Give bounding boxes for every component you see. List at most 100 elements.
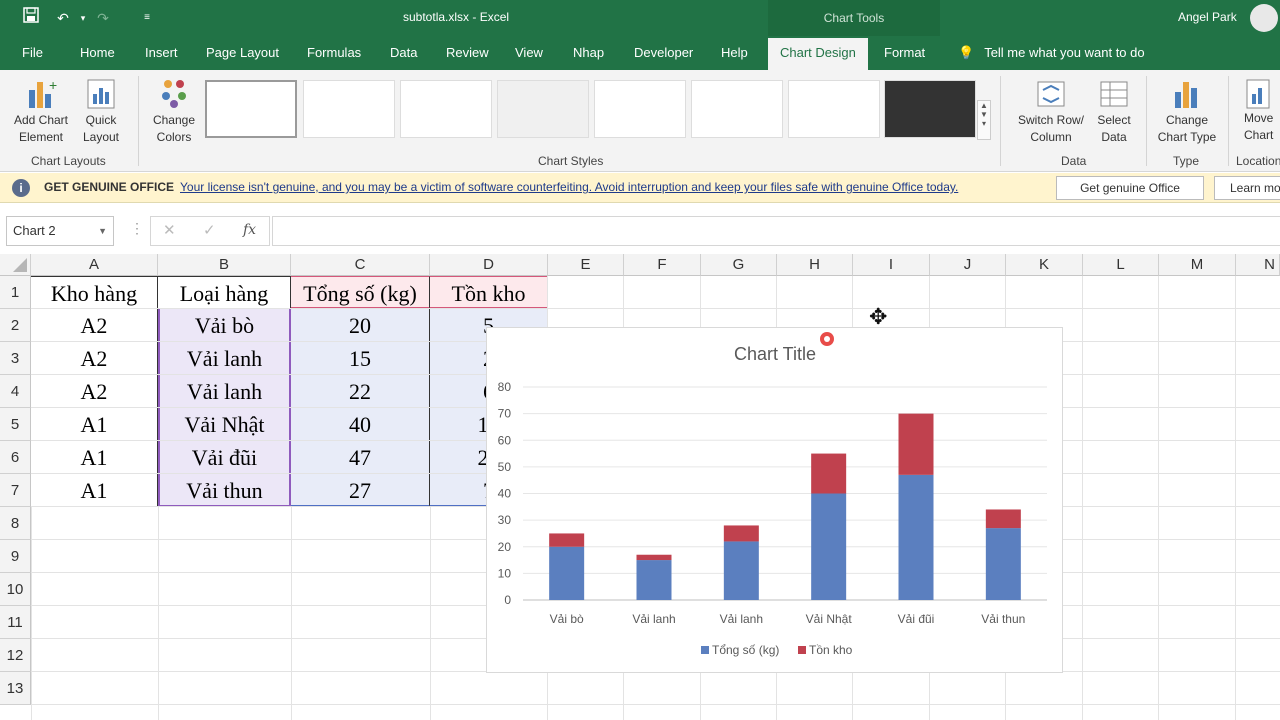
scroll-down-icon[interactable]: ▼ (978, 110, 990, 119)
column-header-n[interactable]: N (1236, 254, 1280, 276)
tab-chart-design[interactable]: Chart Design (768, 38, 868, 70)
chart-style-8[interactable] (884, 80, 976, 138)
cell[interactable]: 15 (291, 342, 430, 375)
tell-me-search[interactable]: 💡 Tell me what you want to do (958, 36, 1145, 70)
bar-tong-so[interactable] (811, 493, 847, 601)
name-box[interactable]: Chart 2 ▼ (6, 216, 114, 246)
tab-review[interactable]: Review (446, 36, 489, 70)
cell[interactable]: Kho hàng (31, 276, 158, 309)
cell[interactable]: 27 (291, 474, 430, 507)
cell[interactable]: A2 (31, 309, 158, 342)
chart-style-2[interactable] (303, 80, 395, 138)
bar-ton-kho[interactable] (898, 413, 934, 475)
chart-style-3[interactable] (400, 80, 492, 138)
avatar[interactable] (1250, 4, 1278, 32)
cell[interactable]: 20 (291, 309, 430, 342)
bar-ton-kho[interactable] (723, 525, 759, 542)
row-header-6[interactable]: 6 (0, 441, 31, 474)
column-header-b[interactable]: B (158, 254, 291, 276)
tab-page-layout[interactable]: Page Layout (206, 36, 279, 70)
column-header-c[interactable]: C (291, 254, 430, 276)
bar-ton-kho[interactable] (985, 509, 1021, 529)
infobar-message-link[interactable]: Your license isn't genuine, and you may … (180, 180, 958, 194)
row-header-10[interactable]: 10 (0, 573, 31, 606)
row-header-1[interactable]: 1 (0, 276, 31, 309)
column-header-k[interactable]: K (1006, 254, 1083, 276)
column-header-m[interactable]: M (1159, 254, 1236, 276)
chart-title[interactable]: Chart Title (734, 344, 816, 364)
row-header-12[interactable]: 12 (0, 639, 31, 672)
column-header-g[interactable]: G (701, 254, 777, 276)
cell[interactable]: 22 (291, 375, 430, 408)
cancel-icon[interactable]: ✕ (163, 221, 176, 239)
legend-label[interactable]: Tồn kho (809, 643, 853, 657)
undo-dropdown-icon[interactable]: ▾ (72, 7, 94, 29)
legend-label[interactable]: Tổng số (kg) (712, 643, 779, 657)
cell[interactable]: A1 (31, 441, 158, 474)
row-header-11[interactable]: 11 (0, 606, 31, 639)
select-data-button[interactable]: Select Data (1092, 76, 1136, 146)
save-icon[interactable] (20, 7, 42, 29)
column-header-f[interactable]: F (624, 254, 701, 276)
column-header-l[interactable]: L (1083, 254, 1159, 276)
chart-style-1[interactable] (205, 80, 297, 138)
bar-tong-so[interactable] (549, 546, 585, 600)
chart-object[interactable]: 0 10 20 30 40 50 60 70 80 Vải bò Vải lanh Vải lanh… (486, 327, 1063, 673)
column-header-j[interactable]: J (930, 254, 1006, 276)
insert-function-icon[interactable]: fx (243, 222, 256, 238)
cell[interactable]: Loại hàng (158, 276, 291, 309)
tab-developer[interactable]: Developer (634, 36, 693, 70)
column-header-d[interactable]: D (430, 254, 548, 276)
row-header-8[interactable]: 8 (0, 507, 31, 540)
cell[interactable]: A2 (31, 375, 158, 408)
bar-tong-so[interactable] (985, 528, 1021, 600)
formula-input[interactable] (272, 216, 1280, 246)
cell[interactable]: Tổng số (kg) (291, 276, 430, 309)
name-box-dropdown-icon[interactable]: ▼ (98, 217, 107, 245)
cell[interactable]: Vải đũi (158, 441, 291, 474)
cell[interactable]: Vải thun (158, 474, 291, 507)
bar-ton-kho[interactable] (549, 533, 585, 547)
tab-insert[interactable]: Insert (145, 36, 178, 70)
tab-format[interactable]: Format (884, 36, 925, 70)
tab-file[interactable]: File (22, 36, 43, 70)
cell[interactable]: Vải lanh (158, 342, 291, 375)
cell[interactable]: Vải bò (158, 309, 291, 342)
styles-scroll[interactable]: ▲ ▼ ▾ (977, 100, 991, 140)
add-chart-element-button[interactable]: + Add Chart Element (8, 76, 74, 146)
row-header-5[interactable]: 5 (0, 408, 31, 441)
cell[interactable]: 47 (291, 441, 430, 474)
tab-formulas[interactable]: Formulas (307, 36, 361, 70)
change-chart-type-button[interactable]: Change Chart Type (1152, 76, 1222, 146)
cell[interactable]: Vải lanh (158, 375, 291, 408)
cell[interactable]: A1 (31, 408, 158, 441)
chart-style-4[interactable] (497, 80, 589, 138)
switch-row-column-button[interactable]: Switch Row/ Column (1012, 76, 1090, 146)
customize-qat-icon[interactable]: ≡ (136, 7, 158, 29)
cell[interactable]: Tồn kho (430, 276, 548, 309)
chart-style-7[interactable] (788, 80, 880, 138)
tab-help[interactable]: Help (721, 36, 748, 70)
cell[interactable]: A2 (31, 342, 158, 375)
enter-icon[interactable]: ✓ (203, 221, 216, 239)
bar-tong-so[interactable] (636, 560, 672, 600)
column-header-h[interactable]: H (777, 254, 853, 276)
move-chart-button[interactable]: Move Chart (1234, 76, 1280, 144)
bar-ton-kho[interactable] (811, 453, 847, 494)
cell[interactable]: A1 (31, 474, 158, 507)
tab-home[interactable]: Home (80, 36, 115, 70)
select-all-corner[interactable] (0, 254, 31, 276)
bar-ton-kho[interactable] (636, 554, 672, 561)
change-colors-button[interactable]: Change Colors (146, 76, 202, 146)
undo-icon[interactable]: ↶ (52, 7, 74, 29)
row-header-2[interactable]: 2 (0, 309, 31, 342)
cell[interactable]: 40 (291, 408, 430, 441)
column-header-a[interactable]: A (31, 254, 158, 276)
tab-data[interactable]: Data (390, 36, 417, 70)
row-header-13[interactable]: 13 (0, 672, 31, 705)
redo-icon[interactable]: ↷ (92, 7, 114, 29)
cell[interactable]: Vải Nhật (158, 408, 291, 441)
more-styles-icon[interactable]: ▾ (978, 119, 990, 128)
row-header-4[interactable]: 4 (0, 375, 31, 408)
row-header-9[interactable]: 9 (0, 540, 31, 573)
